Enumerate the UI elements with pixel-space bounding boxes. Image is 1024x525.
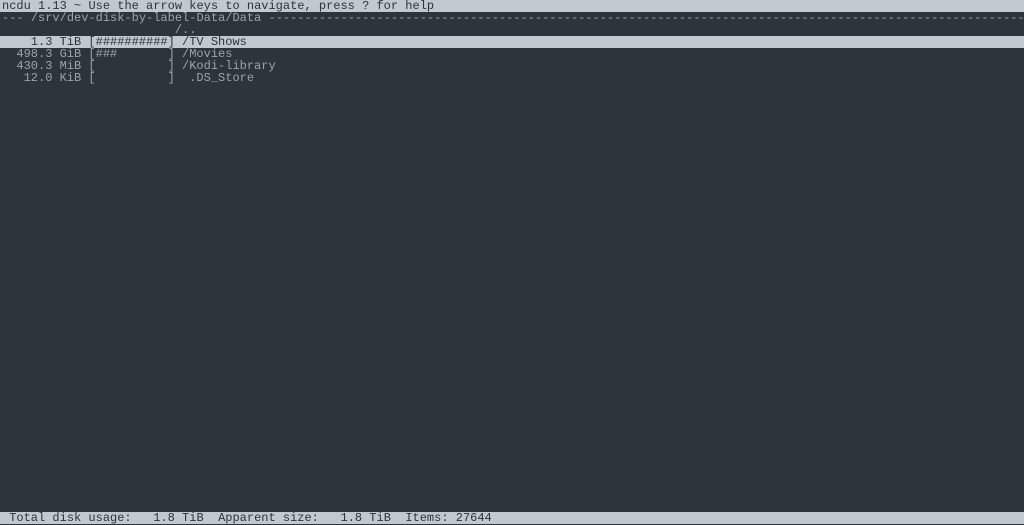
file-listing[interactable]: /.. 1.3 TiB [##########] /TV Shows 498.3… [0,24,1024,84]
items-value: 27644 [456,511,492,525]
apparent-value: 1.8 TiB [341,511,391,525]
items-label: Items: [405,511,448,525]
footer-bar: Total disk usage: 1.8 TiB Apparent size:… [0,512,1024,524]
header-bar: ncdu 1.13 ~ Use the arrow keys to naviga… [0,0,1024,12]
apparent-label: Apparent size: [218,511,319,525]
file-row[interactable]: 12.0 KiB [ ] .DS_Store [0,72,1024,84]
total-value: 1.8 TiB [153,511,203,525]
path-dashes: ----------------------------------------… [268,12,1024,24]
total-label: Total disk usage: [9,511,131,525]
